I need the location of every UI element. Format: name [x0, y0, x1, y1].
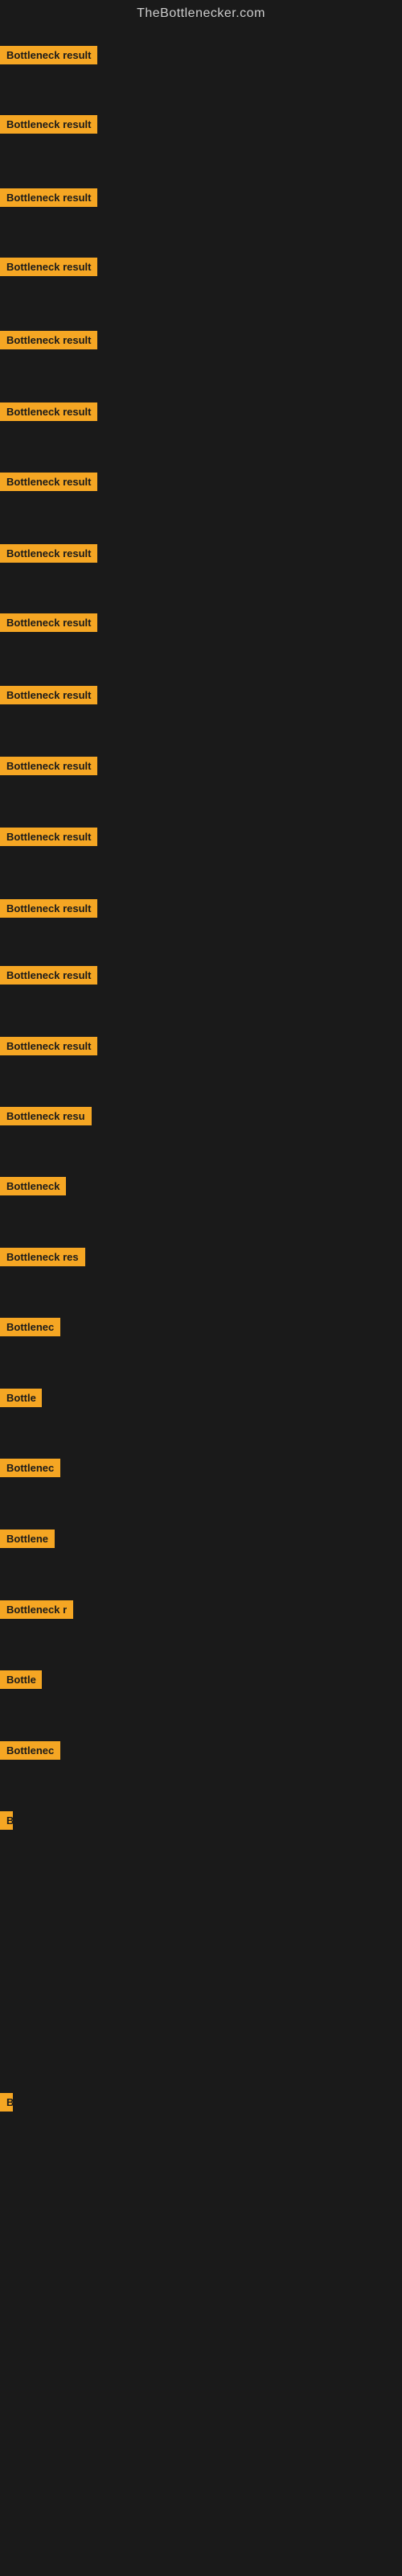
bottleneck-result-item: Bottlenec	[0, 1741, 60, 1760]
bottleneck-result-item: Bottleneck result	[0, 331, 97, 349]
bottleneck-result-item: Bottleneck result	[0, 757, 97, 775]
bottleneck-result-item: B	[0, 2093, 13, 2112]
bottleneck-result-item: Bottleneck result	[0, 613, 97, 632]
bottleneck-result-item: Bottleneck result	[0, 828, 97, 846]
bottleneck-result-item: Bottleneck result	[0, 686, 97, 704]
bottleneck-result-item: Bottleneck result	[0, 46, 97, 64]
bottleneck-result-item: Bottleneck result	[0, 402, 97, 421]
bottleneck-result-item: Bottle	[0, 1670, 42, 1689]
bottleneck-result-item: Bottleneck result	[0, 258, 97, 276]
bottleneck-result-item: Bottlenec	[0, 1459, 60, 1477]
bottleneck-result-item: Bottleneck res	[0, 1248, 85, 1266]
bottleneck-result-item: Bottleneck result	[0, 899, 97, 918]
bottleneck-result-item: Bottleneck result	[0, 966, 97, 985]
bottleneck-result-item: Bottleneck result	[0, 473, 97, 491]
bottleneck-result-item: Bottleneck result	[0, 1037, 97, 1055]
bottleneck-result-item: Bottleneck resu	[0, 1107, 92, 1125]
bottleneck-result-item: Bottle	[0, 1389, 42, 1407]
site-title: TheBottlenecker.com	[0, 0, 402, 24]
bottleneck-result-item: Bottleneck result	[0, 188, 97, 207]
bottleneck-result-item: Bottleneck result	[0, 115, 97, 134]
bottleneck-result-item: B	[0, 1811, 13, 1830]
bottleneck-result-item: Bottleneck	[0, 1177, 66, 1195]
bottleneck-result-item: Bottlene	[0, 1530, 55, 1548]
bottleneck-result-item: Bottleneck result	[0, 544, 97, 563]
bottleneck-result-item: Bottleneck r	[0, 1600, 73, 1619]
bottleneck-result-item: Bottlenec	[0, 1318, 60, 1336]
